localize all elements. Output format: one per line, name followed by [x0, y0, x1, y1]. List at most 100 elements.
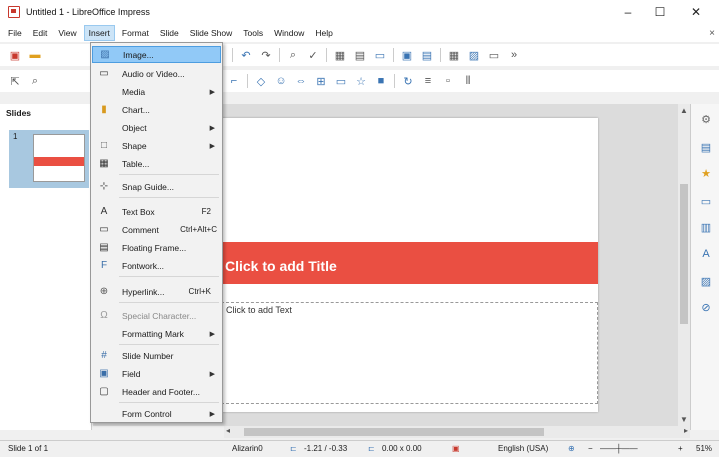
menu-item-field[interactable]: ▣ Field ▶ — [92, 365, 221, 382]
menu-item-audio-video[interactable]: ▭ Audio or Video... — [92, 65, 221, 82]
start-slideshow-icon[interactable]: ▣ — [398, 46, 416, 64]
scroll-left-icon[interactable]: ◂ — [226, 426, 230, 435]
menu-format[interactable]: Format — [118, 26, 153, 40]
new-icon[interactable]: ▣ — [6, 46, 24, 64]
new-slide-icon[interactable]: ▤ — [418, 46, 436, 64]
zoom-in-icon[interactable]: + — [678, 444, 683, 453]
title-placeholder-text: Click to add Title — [225, 258, 337, 274]
menu-item-hyperlink[interactable]: ⊕ Hyperlink... Ctrl+K — [92, 283, 221, 300]
document-modified-icon[interactable]: ▣ — [452, 444, 460, 453]
flowchart-icon[interactable]: ⊞ — [312, 72, 330, 90]
menu-item-header-footer[interactable]: ▢ Header and Footer... — [92, 383, 221, 400]
vertical-scrollbar[interactable]: ▲ ▼ — [678, 104, 690, 426]
menu-edit[interactable]: Edit — [29, 26, 52, 40]
menu-separator — [119, 174, 219, 175]
properties-icon[interactable]: ▤ — [698, 140, 714, 156]
spelling-icon[interactable]: ✓ — [304, 46, 322, 64]
scroll-up-icon[interactable]: ▲ — [678, 106, 690, 115]
slide-thumbnail-item[interactable]: 1 — [9, 130, 89, 188]
close-document-icon[interactable]: × — [709, 28, 715, 39]
symbol-shapes-icon[interactable]: ☺ — [272, 72, 290, 90]
insert-image-icon[interactable]: ▨ — [465, 46, 483, 64]
menu-insert[interactable]: Insert — [83, 25, 115, 41]
comment-toolbar-icon[interactable]: ▭ — [371, 46, 389, 64]
menu-item-floating-frame[interactable]: ▤ Floating Frame... — [92, 239, 221, 256]
menu-item-image[interactable]: ▨ Image... — [92, 46, 221, 63]
title-placeholder[interactable]: Click to add Title — [221, 242, 598, 284]
find-replace-icon[interactable]: ⌕ — [284, 46, 302, 64]
block-arrows-icon[interactable]: ⇔ — [292, 72, 310, 90]
sidebar-tab-bar: ⚙ ▤ ★ ▭ ▥ A ▨ ⊘ — [690, 104, 719, 430]
menu-help[interactable]: Help — [311, 26, 336, 40]
menu-window[interactable]: Window — [270, 26, 308, 40]
display-views-icon[interactable]: ▤ — [351, 46, 369, 64]
menu-file[interactable]: File — [4, 26, 26, 40]
horizontal-scroll-thumb[interactable] — [244, 428, 544, 436]
menu-item-shape[interactable]: □ Shape ▶ — [92, 137, 221, 154]
close-button[interactable]: ✕ — [676, 0, 716, 24]
menu-item-chart[interactable]: ▮ Chart... — [92, 101, 221, 118]
basic-shapes-icon[interactable]: ◇ — [252, 72, 270, 90]
zoom-level[interactable]: 51% — [696, 444, 712, 453]
3d-objects-icon[interactable]: ■ — [372, 72, 390, 90]
zoom-out-icon[interactable]: − — [588, 444, 593, 453]
fit-slide-icon[interactable]: ⊕ — [568, 444, 575, 453]
slide-transition-icon[interactable]: ▭ — [698, 194, 714, 210]
connector-icon[interactable]: ⌐ — [225, 72, 243, 90]
submenu-arrow-icon: ▶ — [209, 142, 215, 150]
maximize-button[interactable]: ☐ — [640, 0, 680, 24]
menu-item-snap-guide[interactable]: ⊹ Snap Guide... — [92, 178, 221, 195]
slide-number-label: 1 — [13, 132, 18, 141]
menu-item-form-control[interactable]: Form Control ▶ — [92, 405, 221, 422]
chart-icon: ▮ — [101, 104, 107, 115]
insert-table-icon[interactable]: ▦ — [445, 46, 463, 64]
callouts-icon[interactable]: ▭ — [332, 72, 350, 90]
rotate-icon[interactable]: ↻ — [399, 72, 417, 90]
submenu-arrow-icon: ▶ — [209, 88, 215, 96]
styles-icon[interactable]: A — [698, 246, 714, 262]
menu-tools[interactable]: Tools — [239, 26, 267, 40]
stars-icon[interactable]: ☆ — [352, 72, 370, 90]
menu-item-media[interactable]: Media ▶ — [92, 83, 221, 100]
align-icon[interactable]: ≡ — [419, 72, 437, 90]
select-icon[interactable]: ⇱ — [6, 72, 24, 90]
arrange-icon[interactable]: ▫ — [439, 72, 457, 90]
more-options-icon[interactable]: » — [505, 46, 523, 64]
menu-view[interactable]: View — [54, 26, 80, 40]
menu-item-table[interactable]: ▦ Table... — [92, 155, 221, 172]
menu-item-formatting-mark[interactable]: Formatting Mark ▶ — [92, 325, 221, 342]
scroll-right-icon[interactable]: ▸ — [684, 426, 688, 435]
language-status[interactable]: English (USA) — [498, 444, 548, 453]
undo-icon[interactable]: ↶ — [237, 46, 255, 64]
menu-slide[interactable]: Slide — [156, 26, 183, 40]
slide-canvas[interactable]: Click to add Title Click to add Text — [221, 118, 598, 412]
menu-separator — [119, 402, 219, 403]
menu-separator — [119, 302, 219, 303]
open-icon[interactable]: ▬ — [26, 46, 44, 64]
sidebar-settings-icon[interactable]: ⚙ — [698, 112, 714, 128]
menu-slide-show[interactable]: Slide Show — [186, 26, 237, 40]
zoom-icon[interactable]: ⌕ — [26, 72, 44, 90]
menu-item-text-box[interactable]: A Text Box F2 — [92, 203, 221, 220]
menu-item-comment[interactable]: ▭ Comment Ctrl+Alt+C — [92, 221, 221, 238]
menu-item-fontwork[interactable]: F Fontwork... — [92, 257, 221, 274]
menu-item-object[interactable]: Object ▶ — [92, 119, 221, 136]
hash-icon: # — [101, 350, 107, 361]
zoom-slider[interactable]: ——┼—— — [600, 444, 638, 453]
animation-icon[interactable]: ▥ — [698, 220, 714, 236]
menu-item-slide-number[interactable]: # Slide Number — [92, 347, 221, 364]
distribute-icon[interactable]: ⫴ — [459, 72, 477, 90]
redo-icon[interactable]: ↷ — [257, 46, 275, 64]
vertical-scroll-thumb[interactable] — [680, 184, 688, 324]
submenu-arrow-icon: ▶ — [209, 124, 215, 132]
insert-frame-icon[interactable]: ▭ — [485, 46, 503, 64]
gallery-icon[interactable]: ▨ — [698, 274, 714, 290]
navigator-icon[interactable]: ⊘ — [698, 300, 714, 316]
horizontal-scrollbar[interactable]: ◂ ▸ — [224, 426, 690, 438]
slide-thumbnail[interactable] — [33, 134, 85, 182]
scroll-down-icon[interactable]: ▼ — [678, 415, 690, 424]
blank-icon — [96, 407, 112, 421]
grid-icon[interactable]: ▦ — [331, 46, 349, 64]
master-slides-icon[interactable]: ★ — [698, 166, 714, 182]
text-placeholder[interactable]: Click to add Text — [221, 302, 598, 404]
